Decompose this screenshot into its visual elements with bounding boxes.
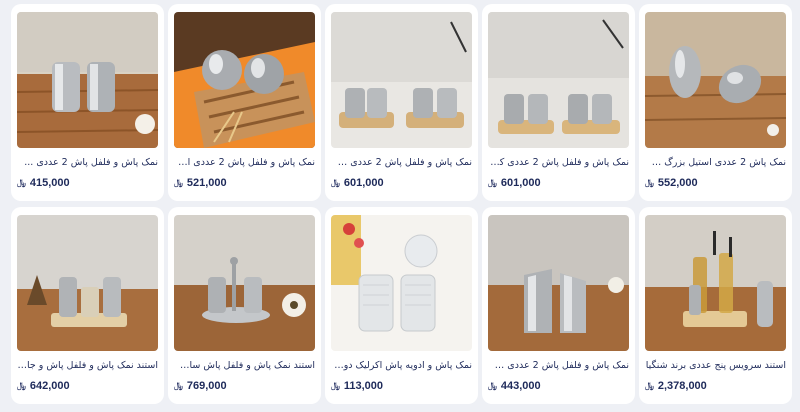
product-price: 642,000 <box>29 380 70 392</box>
price-row: ﷼ 642,000 <box>17 380 70 392</box>
currency-icon: ﷼ <box>331 178 341 187</box>
product-card[interactable]: استند سرویس پنج عددی برند شنگیا ﷼ 2,378,… <box>639 207 792 404</box>
product-price: 521,000 <box>186 177 227 189</box>
product-title[interactable]: استند نمک پاش و فلفل پاش سات و... <box>174 359 315 373</box>
product-title[interactable]: نمک پاش و ادویه پاش اکرلیک دوب... <box>331 359 472 373</box>
product-grid: نمک پاش و فلفل پاش 2 عددی ... ﷼ 415,000 … <box>0 0 800 412</box>
product-image[interactable] <box>488 215 629 351</box>
product-card[interactable]: استند نمک پاش و فلفل پاش سات و... ﷼ 769,… <box>168 207 321 404</box>
product-price: 415,000 <box>29 177 70 189</box>
shaker-photo <box>331 215 472 351</box>
product-price: 443,000 <box>500 380 541 392</box>
product-card[interactable]: استند نمک پاش و فلفل پاش و جای ... ﷼ 642… <box>11 207 164 404</box>
currency-icon: ﷼ <box>331 381 341 390</box>
product-image[interactable] <box>174 215 315 351</box>
product-image[interactable] <box>17 12 158 148</box>
product-price: 601,000 <box>343 177 384 189</box>
product-image[interactable] <box>331 215 472 351</box>
shaker-photo <box>645 12 786 148</box>
currency-icon: ﷼ <box>488 381 498 390</box>
product-card[interactable]: نمک پاش 2 عددی استیل بزرگ طرح... ﷼ 552,0… <box>639 4 792 201</box>
currency-icon: ﷼ <box>645 381 655 390</box>
product-price: 552,000 <box>657 177 698 189</box>
shaker-photo <box>17 215 158 351</box>
shaker-photo <box>174 12 315 148</box>
price-row: ﷼ 769,000 <box>174 380 227 392</box>
price-row: ﷼ 601,000 <box>488 177 541 189</box>
currency-icon: ﷼ <box>488 178 498 187</box>
shaker-photo <box>488 215 629 351</box>
product-title[interactable]: نمک پاش و فلفل پاش 2 عددی سرک ... <box>488 359 629 373</box>
price-row: ﷼ 415,000 <box>17 177 70 189</box>
product-image[interactable] <box>174 12 315 148</box>
currency-icon: ﷼ <box>17 381 27 390</box>
product-price: 2,378,000 <box>657 380 707 392</box>
shaker-photo <box>331 12 472 148</box>
shaker-photo <box>174 215 315 351</box>
product-price: 113,000 <box>343 380 384 392</box>
product-card[interactable]: نمک پاش و فلفل پاش 2 عددی استی... ﷼ 521,… <box>168 4 321 201</box>
product-price: 769,000 <box>186 380 227 392</box>
product-card[interactable]: نمک پاش و فلفل پاش 2 عددی سرک ... ﷼ 443,… <box>482 207 635 404</box>
currency-icon: ﷼ <box>645 178 655 187</box>
price-row: ﷼ 2,378,000 <box>645 380 707 392</box>
price-row: ﷼ 113,000 <box>331 380 383 392</box>
price-row: ﷼ 521,000 <box>174 177 227 189</box>
currency-icon: ﷼ <box>174 381 184 390</box>
shaker-photo <box>488 12 629 148</box>
currency-icon: ﷼ <box>174 178 184 187</box>
product-title[interactable]: نمک پاش و فلفل پاش 2 عددی کمر... <box>488 156 629 170</box>
product-image[interactable] <box>645 215 786 351</box>
shaker-photo <box>17 12 158 148</box>
product-price: 601,000 <box>500 177 541 189</box>
product-title[interactable]: نمک پاش و فلفل پاش 2 عددی سرک ... <box>331 156 472 170</box>
product-title[interactable]: نمک پاش 2 عددی استیل بزرگ طرح... <box>645 156 786 170</box>
shaker-photo <box>645 215 786 351</box>
price-row: ﷼ 443,000 <box>488 380 541 392</box>
price-row: ﷼ 601,000 <box>331 177 384 189</box>
price-row: ﷼ 552,000 <box>645 177 698 189</box>
product-image[interactable] <box>645 12 786 148</box>
product-card[interactable]: نمک پاش و فلفل پاش 2 عددی کمر... ﷼ 601,0… <box>482 4 635 201</box>
product-image[interactable] <box>331 12 472 148</box>
product-card[interactable]: نمک پاش و فلفل پاش 2 عددی سرک ... ﷼ 601,… <box>325 4 478 201</box>
product-card[interactable]: نمک پاش و ادویه پاش اکرلیک دوب... ﷼ 113,… <box>325 207 478 404</box>
product-title[interactable]: نمک پاش و فلفل پاش 2 عددی ... <box>17 156 158 170</box>
currency-icon: ﷼ <box>17 178 27 187</box>
product-image[interactable] <box>488 12 629 148</box>
product-title[interactable]: استند سرویس پنج عددی برند شنگیا <box>645 359 786 373</box>
product-title[interactable]: نمک پاش و فلفل پاش 2 عددی استی... <box>174 156 315 170</box>
product-card[interactable]: نمک پاش و فلفل پاش 2 عددی ... ﷼ 415,000 <box>11 4 164 201</box>
product-title[interactable]: استند نمک پاش و فلفل پاش و جای ... <box>17 359 158 373</box>
product-image[interactable] <box>17 215 158 351</box>
